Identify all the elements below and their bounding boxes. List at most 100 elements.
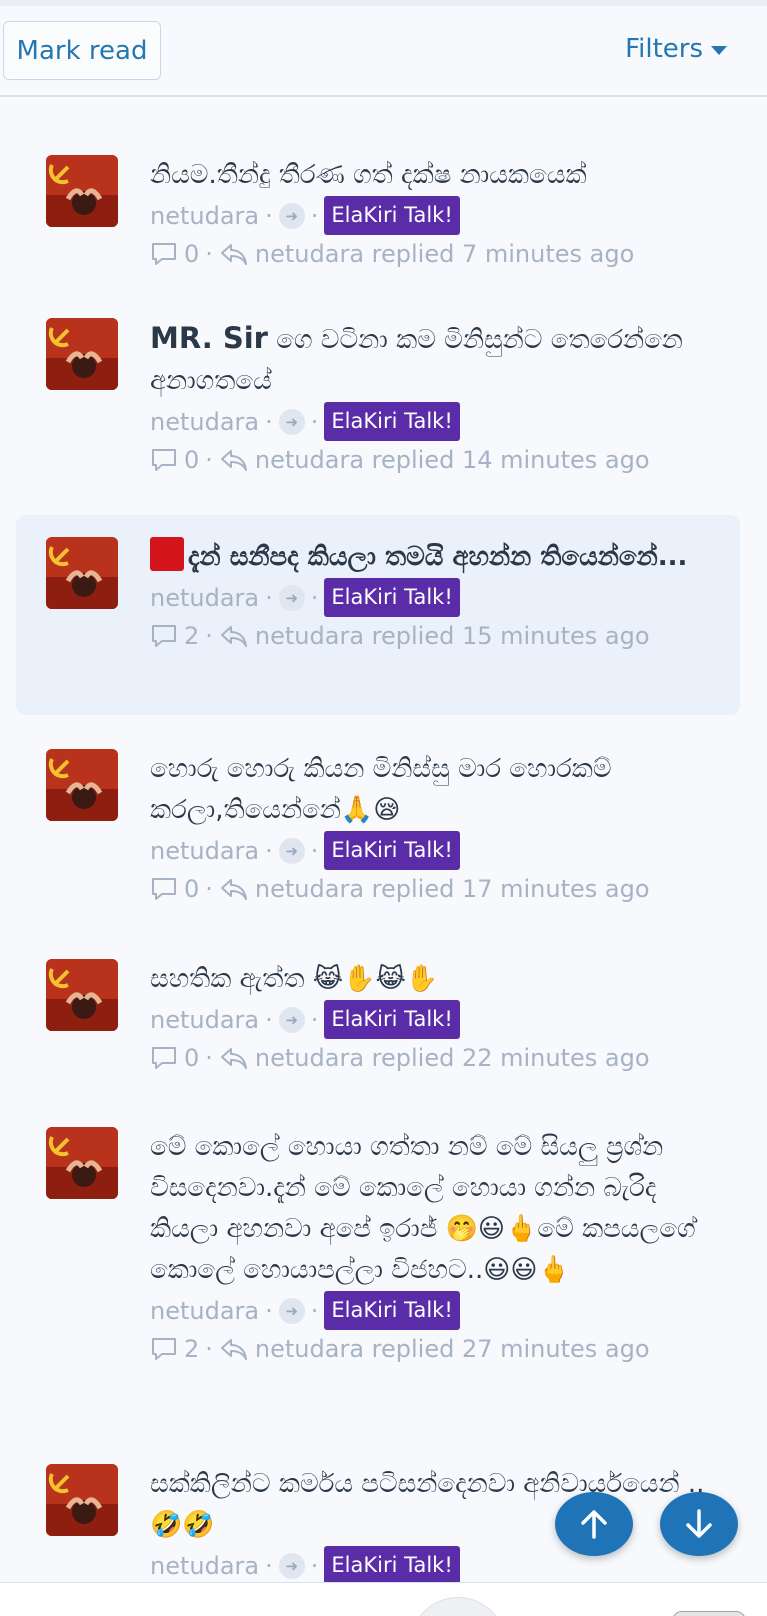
arrow-up-icon <box>581 1510 607 1539</box>
separator-dot: · <box>205 875 213 903</box>
separator-dot: · <box>205 1044 213 1072</box>
toolbar: Mark read Filters <box>0 6 767 97</box>
avatar[interactable] <box>46 155 118 227</box>
thread-content: නියම.තීන්දු තීරණ ගත් දක්ෂ නායකයෙක් netud… <box>150 155 730 272</box>
thread-title-text: දැන් සනීපද කියලා තමයි අහන්න තියෙන්නේ... <box>188 542 688 572</box>
thread-title-bold: MR. Sir <box>150 321 268 355</box>
thread-title[interactable]: දැන් සනීපද කියලා තමයි අහන්න තියෙන්නේ... <box>150 537 730 578</box>
reply-count: 2 <box>184 1335 200 1363</box>
thread-stats: 2 · netudara replied 15 minutes ago <box>150 618 730 654</box>
thread-title-text: නියම.තීන්දු තීරණ ගත් දක්ෂ නායකයෙක් <box>150 160 587 190</box>
arrow-right-circle-icon: ➜ <box>278 1297 305 1324</box>
separator-dot: · <box>265 583 273 612</box>
thread-content: හොරු හොරු කියන මිනිස්සු මාර හොරකම් කරලා,… <box>150 749 730 907</box>
thread-author[interactable]: netudara <box>150 833 259 869</box>
thread-content: මේ කොලේ හොයා ගත්තා නම් මේ සියලු ප්‍රශ්න … <box>150 1127 730 1367</box>
separator-dot: · <box>205 1335 213 1363</box>
reply-icon <box>219 1336 249 1362</box>
reply-icon <box>219 623 249 649</box>
separator-dot: · <box>310 201 319 230</box>
thread-item[interactable]: MR. Sir ගෙ වටිනා කම මිනිසුන්ට තෙරෙන්නෙ අ… <box>16 318 740 478</box>
thread-item-unread[interactable]: දැන් සනීපද කියලා තමයි අහන්න තියෙන්නේ... … <box>16 515 740 715</box>
comment-icon <box>150 1045 178 1071</box>
last-reply-text[interactable]: netudara replied 22 minutes ago <box>255 1040 650 1076</box>
thread-item[interactable]: නියම.තීන්දු තීරණ ගත් දක්ෂ නායකයෙක් netud… <box>16 155 740 275</box>
thread-item[interactable]: මේ කොලේ හොයා ගත්තා නම් මේ සියලු ප්‍රශ්න … <box>16 1127 740 1417</box>
last-reply-text[interactable]: netudara replied 14 minutes ago <box>255 442 650 478</box>
forum-badge[interactable]: ElaKiri Talk! <box>324 831 460 870</box>
mark-read-button[interactable]: Mark read <box>3 21 161 80</box>
thread-title-text: මේ කොලේ හොයා ගත්තා නම් මේ සියලු ප්‍රශ්න … <box>150 1132 696 1285</box>
avatar[interactable] <box>46 537 118 609</box>
filters-dropdown[interactable]: Filters <box>625 34 727 64</box>
thread-title[interactable]: නියම.තීන්දු තීරණ ගත් දක්ෂ නායකයෙක් <box>150 155 730 196</box>
thread-author[interactable]: netudara <box>150 198 259 234</box>
forum-badge[interactable]: ElaKiri Talk! <box>324 1000 460 1039</box>
separator-dot: · <box>205 446 213 474</box>
reply-count: 0 <box>184 875 200 903</box>
separator-dot: · <box>310 583 319 612</box>
forum-badge[interactable]: ElaKiri Talk! <box>324 1546 460 1582</box>
thread-item[interactable]: සහතික ඇත්ත 😹✋😹✋ netudara · ➜ · ElaKiri T… <box>16 959 740 1079</box>
scroll-to-bottom-button[interactable] <box>660 1492 738 1556</box>
bottom-nav-button[interactable] <box>410 1597 506 1616</box>
forum-badge[interactable]: ElaKiri Talk! <box>324 578 460 617</box>
thread-author[interactable]: netudara <box>150 404 259 440</box>
thread-title[interactable]: සහතික ඇත්ත 😹✋😹✋ <box>150 959 730 1000</box>
avatar[interactable] <box>46 749 118 821</box>
thread-title[interactable]: මේ කොලේ හොයා ගත්තා නම් මේ සියලු ප්‍රශ්න … <box>150 1127 730 1291</box>
separator-dot: · <box>265 1296 273 1325</box>
thread-meta: netudara · ➜ · ElaKiri Talk! <box>150 1000 730 1039</box>
last-reply-text[interactable]: netudara replied 15 minutes ago <box>255 618 650 654</box>
reply-icon <box>219 1045 249 1071</box>
thread-title[interactable]: MR. Sir ගෙ වටිනා කම මිනිසුන්ට තෙරෙන්නෙ අ… <box>150 318 730 402</box>
thread-meta: netudara · ➜ · ElaKiri Talk! <box>150 1546 730 1582</box>
reply-icon <box>219 876 249 902</box>
bottom-nav-pill[interactable] <box>672 1611 746 1616</box>
thread-content: සහතික ඇත්ත 😹✋😹✋ netudara · ➜ · ElaKiri T… <box>150 959 730 1076</box>
last-reply-text[interactable]: netudara replied 17 minutes ago <box>255 871 650 907</box>
comment-icon <box>150 1336 178 1362</box>
thread-content: MR. Sir ගෙ වටිනා කම මිනිසුන්ට තෙරෙන්නෙ අ… <box>150 318 730 478</box>
arrow-right-circle-icon: ➜ <box>278 584 305 611</box>
thread-author[interactable]: netudara <box>150 1293 259 1329</box>
separator-dot: · <box>265 201 273 230</box>
thread-author[interactable]: netudara <box>150 1548 259 1583</box>
thread-author[interactable]: netudara <box>150 580 259 616</box>
separator-dot: · <box>310 407 319 436</box>
forum-badge[interactable]: ElaKiri Talk! <box>324 402 460 441</box>
thread-meta: netudara · ➜ · ElaKiri Talk! <box>150 196 730 235</box>
avatar[interactable] <box>46 318 118 390</box>
thread-author[interactable]: netudara <box>150 1002 259 1038</box>
avatar[interactable] <box>46 1464 118 1536</box>
filters-label: Filters <box>625 34 703 64</box>
thread-content: දැන් සනීපද කියලා තමයි අහන්න තියෙන්නේ... … <box>150 537 730 654</box>
reply-count: 0 <box>184 1044 200 1072</box>
arrow-right-circle-icon: ➜ <box>278 408 305 435</box>
separator-dot: · <box>265 1005 273 1034</box>
avatar[interactable] <box>46 1127 118 1199</box>
separator-dot: · <box>265 1551 273 1580</box>
thread-stats: 2 · netudara replied 27 minutes ago <box>150 1331 730 1367</box>
thread-title[interactable]: හොරු හොරු කියන මිනිස්සු මාර හොරකම් කරලා,… <box>150 749 730 831</box>
thread-item[interactable]: හොරු හොරු කියන මිනිස්සු මාර හොරකම් කරලා,… <box>16 749 740 909</box>
thread-content: සක්කිලින්ට කර්මය පටිසන්දෙනවා අනිවාර්යයෙන… <box>150 1464 730 1582</box>
thread-meta: netudara · ➜ · ElaKiri Talk! <box>150 1291 730 1330</box>
scroll-to-top-button[interactable] <box>555 1492 633 1556</box>
last-reply-text[interactable]: netudara replied 7 minutes ago <box>255 236 634 272</box>
thread-title[interactable]: සක්කිලින්ට කර්මය පටිසන්දෙනවා අනිවාර්යයෙන… <box>150 1464 730 1546</box>
thread-stats: 0 · netudara replied 14 minutes ago <box>150 442 730 478</box>
avatar[interactable] <box>46 959 118 1031</box>
arrow-down-icon <box>686 1509 712 1538</box>
forum-badge[interactable]: ElaKiri Talk! <box>324 1291 460 1330</box>
comment-icon <box>150 241 178 267</box>
comment-icon <box>150 876 178 902</box>
last-reply-text[interactable]: netudara replied 27 minutes ago <box>255 1331 650 1367</box>
caret-down-icon <box>711 45 727 55</box>
thread-stats: 0 · netudara replied 7 minutes ago <box>150 236 730 272</box>
arrow-right-circle-icon: ➜ <box>278 1552 305 1579</box>
red-square-icon <box>150 537 184 571</box>
reply-count: 0 <box>184 446 200 474</box>
forum-badge[interactable]: ElaKiri Talk! <box>324 196 460 235</box>
thread-meta: netudara · ➜ · ElaKiri Talk! <box>150 402 730 441</box>
